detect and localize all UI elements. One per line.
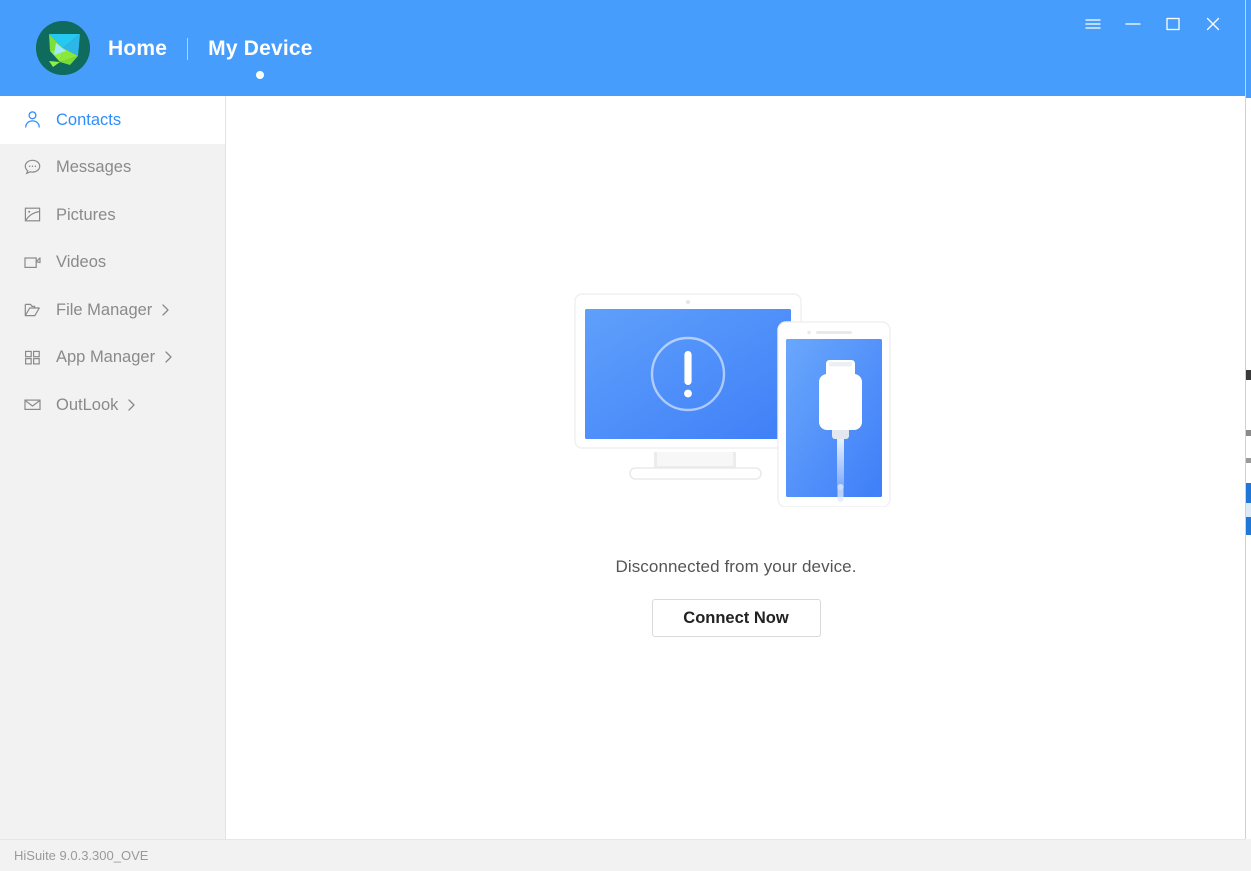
active-tab-dot-indicator — [256, 71, 265, 79]
sidebar-item-contacts-label: Contacts — [56, 110, 122, 129]
nav-item-my-device[interactable]: My Device — [206, 37, 315, 79]
minimize-button[interactable] — [1113, 9, 1153, 39]
version-label: HiSuite 9.0.3.300_OVE — [14, 848, 149, 863]
video-camera-icon — [22, 252, 42, 272]
sidebar-item-app-manager[interactable]: App Manager — [0, 334, 225, 382]
disconnected-device-illustration — [571, 292, 901, 507]
sidebar-item-pictures[interactable]: Pictures — [0, 191, 225, 239]
sidebar-item-app-manager-label: App Manager — [56, 348, 156, 366]
nav-item-my-device-label: My Device — [208, 37, 313, 60]
image-icon — [22, 205, 42, 225]
sidebar-item-outlook-label: OutLook — [56, 395, 119, 414]
hisuite-logo-icon — [36, 21, 90, 75]
sidebar-item-videos-label: Videos — [56, 253, 107, 271]
close-icon — [1206, 17, 1220, 31]
chevron-right-icon — [127, 398, 136, 412]
chevron-right-icon — [164, 350, 173, 364]
title-bar: Home My Device — [0, 0, 1245, 96]
main-content: Disconnected from your device. Connect N… — [227, 96, 1245, 839]
chevron-right-icon — [161, 303, 170, 317]
minimize-icon — [1125, 23, 1141, 25]
sidebar-item-videos[interactable]: Videos — [0, 239, 225, 287]
sidebar-item-messages[interactable]: Messages — [0, 144, 225, 192]
sidebar: Contacts Messages Pictures Videos File M… — [0, 96, 226, 839]
maximize-icon — [1166, 17, 1180, 31]
menu-button[interactable] — [1073, 9, 1113, 39]
hamburger-icon — [1085, 19, 1101, 29]
envelope-icon — [22, 395, 42, 415]
connect-now-button[interactable]: Connect Now — [651, 599, 821, 637]
logo-glyph — [36, 21, 90, 75]
nav-item-home-label: Home — [108, 37, 168, 60]
hisuite-window: Home My Device Contacts Messages Picture… — [0, 0, 1251, 871]
folder-icon — [22, 300, 42, 320]
window-controls — [1073, 9, 1233, 39]
sidebar-item-messages-label: Messages — [56, 158, 132, 176]
maximize-button[interactable] — [1153, 9, 1193, 39]
nav-separator — [187, 38, 189, 60]
sidebar-item-contacts[interactable]: Contacts — [0, 96, 225, 144]
sidebar-item-outlook[interactable]: OutLook — [0, 381, 225, 429]
close-button[interactable] — [1193, 9, 1233, 39]
chat-bubble-icon — [22, 157, 42, 177]
person-icon — [22, 110, 42, 130]
top-nav: Home My Device — [106, 33, 315, 79]
illustration-graphic — [574, 293, 891, 507]
nav-item-home[interactable]: Home — [106, 37, 169, 61]
sidebar-item-pictures-label: Pictures — [56, 205, 116, 224]
status-bar: HiSuite 9.0.3.300_OVE — [0, 839, 1245, 871]
sidebar-item-file-manager[interactable]: File Manager — [0, 286, 225, 334]
empty-state: Disconnected from your device. Connect N… — [227, 292, 1245, 637]
sidebar-item-file-manager-label: File Manager — [56, 300, 153, 319]
grid-apps-icon — [22, 347, 42, 367]
background-window-sliver — [1245, 0, 1251, 871]
status-message: Disconnected from your device. — [615, 557, 857, 576]
